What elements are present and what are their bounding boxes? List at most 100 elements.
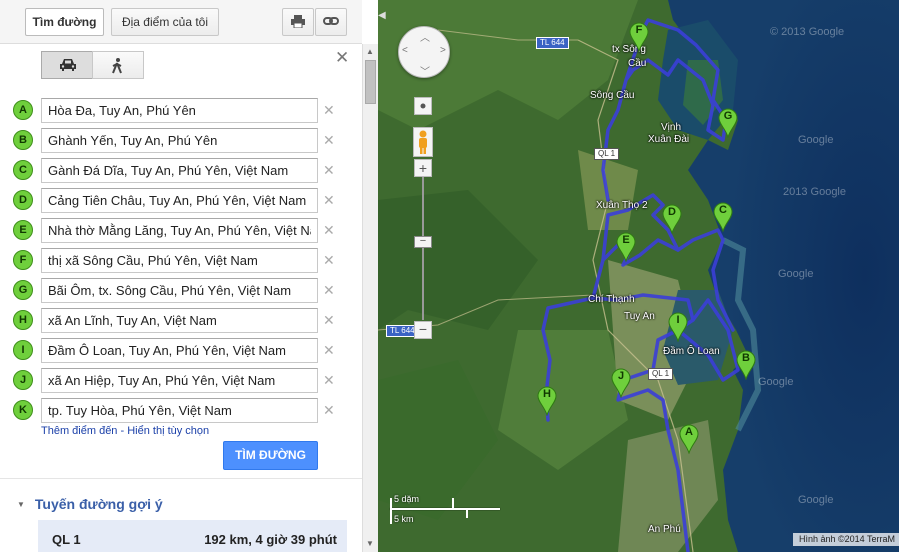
- waypoint-input[interactable]: [41, 128, 318, 153]
- remove-waypoint-icon[interactable]: ✕: [323, 252, 335, 269]
- get-directions-button[interactable]: TÌM ĐƯỜNG: [223, 441, 318, 470]
- map-pin-icon[interactable]: H: [536, 386, 558, 417]
- car-icon: [60, 59, 76, 71]
- waypoint-input[interactable]: [41, 158, 318, 183]
- waypoint-input[interactable]: [41, 308, 318, 333]
- show-options-link[interactable]: Hiển thị tùy chọn: [127, 425, 209, 437]
- map-label-tuy-an: Tuy An: [624, 311, 655, 322]
- remove-waypoint-icon[interactable]: ✕: [323, 312, 335, 329]
- directions-tab-button[interactable]: Tìm đường: [25, 8, 104, 36]
- map-label-xuan-tho: Xuân Thọ 2: [596, 200, 648, 211]
- scrollbar-thumb[interactable]: [365, 60, 376, 104]
- waypoint-marker-icon[interactable]: B: [13, 130, 33, 150]
- map-label-song-cau: Sông Cầu: [590, 90, 635, 101]
- pan-left-icon[interactable]: <: [402, 45, 408, 56]
- divider: [0, 478, 362, 479]
- print-button[interactable]: [282, 8, 314, 36]
- watermark: 2013 Google: [783, 186, 846, 198]
- map-pin-icon[interactable]: B: [735, 350, 757, 381]
- scroll-down-icon[interactable]: ▼: [366, 539, 374, 548]
- suggested-routes-heading[interactable]: ▼ Tuyến đường gợi ý: [17, 496, 163, 512]
- waypoint-input[interactable]: [41, 338, 318, 363]
- zoom-slider-track[interactable]: [422, 177, 424, 320]
- pan-down-icon[interactable]: ﹀: [420, 63, 430, 78]
- map-view[interactable]: tx Sông Cầu Sông Cầu Vịnh Xuân Đài Xuân …: [378, 0, 899, 552]
- watermark: Google: [798, 134, 834, 146]
- route-option[interactable]: QL 1 192 km, 4 giờ 39 phút: [38, 520, 347, 552]
- close-icon[interactable]: ✕: [335, 48, 349, 68]
- waypoint-input[interactable]: [41, 218, 318, 243]
- zoom-out-button[interactable]: −: [414, 321, 432, 339]
- map-pin-letter: B: [742, 352, 750, 364]
- zoom-in-button[interactable]: +: [414, 159, 432, 177]
- panel-toolbar: Tìm đường Địa điểm của tôi: [0, 0, 362, 44]
- waypoint-marker-icon[interactable]: K: [13, 400, 33, 420]
- pan-up-icon[interactable]: ︿: [420, 29, 430, 44]
- waypoint-input[interactable]: [41, 278, 318, 303]
- map-pin-icon[interactable]: A: [678, 424, 700, 455]
- waypoint-marker-icon[interactable]: E: [13, 220, 33, 240]
- collapse-panel-icon[interactable]: ◀: [378, 10, 392, 30]
- remove-waypoint-icon[interactable]: ✕: [323, 282, 335, 299]
- waypoint-row: E✕: [13, 218, 353, 244]
- watermark: Google: [758, 376, 794, 388]
- remove-waypoint-icon[interactable]: ✕: [323, 162, 335, 179]
- road-shield-tl644: TL 644: [536, 37, 569, 49]
- map-pin-letter: F: [635, 24, 643, 36]
- remove-waypoint-icon[interactable]: ✕: [323, 342, 335, 359]
- my-places-button[interactable]: Địa điểm của tôi: [111, 8, 219, 36]
- waypoint-marker-icon[interactable]: A: [13, 100, 33, 120]
- panel-scrollbar[interactable]: ▲ ▼: [362, 44, 378, 552]
- waypoint-marker-icon[interactable]: J: [13, 370, 33, 390]
- map-pin-icon[interactable]: G: [717, 108, 739, 139]
- link-button[interactable]: [315, 8, 347, 36]
- waypoint-input[interactable]: [41, 398, 318, 423]
- map-pin-icon[interactable]: J: [610, 368, 632, 399]
- waypoint-row: D✕: [13, 188, 353, 214]
- remove-waypoint-icon[interactable]: ✕: [323, 102, 335, 119]
- watermark: © 2013 Google: [770, 26, 845, 38]
- waypoint-row: B✕: [13, 128, 353, 154]
- waypoint-marker-icon[interactable]: F: [13, 250, 33, 270]
- map-pin-icon[interactable]: C: [712, 202, 734, 233]
- map-label-an-phu: An Phú: [648, 524, 681, 535]
- driving-mode-button[interactable]: [41, 51, 93, 79]
- remove-waypoint-icon[interactable]: ✕: [323, 222, 335, 239]
- zoom-slider-handle[interactable]: −: [414, 236, 432, 248]
- map-pin-letter: J: [617, 370, 625, 382]
- walking-icon: [112, 58, 122, 74]
- map-pin-icon[interactable]: I: [667, 312, 689, 343]
- remove-waypoint-icon[interactable]: ✕: [323, 402, 335, 419]
- waypoint-input[interactable]: [41, 248, 318, 273]
- map-pin-icon[interactable]: D: [661, 204, 683, 235]
- map-pin-letter: D: [668, 206, 676, 218]
- add-destination-link[interactable]: Thêm điểm đến: [41, 425, 117, 437]
- waypoint-input[interactable]: [41, 98, 318, 123]
- pan-control[interactable]: ︿ ﹀ < >: [398, 26, 450, 78]
- pegman-icon[interactable]: [413, 127, 433, 157]
- waypoint-row: J✕: [13, 368, 353, 394]
- waypoint-marker-icon[interactable]: C: [13, 160, 33, 180]
- map-pin-icon[interactable]: F: [628, 22, 650, 53]
- waypoint-marker-icon[interactable]: D: [13, 190, 33, 210]
- waypoint-marker-icon[interactable]: I: [13, 340, 33, 360]
- map-label-chi-thanh: Chí Thạnh: [588, 294, 635, 305]
- waypoint-marker-icon[interactable]: H: [13, 310, 33, 330]
- walking-mode-button[interactable]: [92, 51, 144, 79]
- waypoint-row: G✕: [13, 278, 353, 304]
- waypoint-input[interactable]: [41, 188, 318, 213]
- waypoint-row: H✕: [13, 308, 353, 334]
- waypoint-marker-icon[interactable]: G: [13, 280, 33, 300]
- waypoint-input[interactable]: [41, 368, 318, 393]
- location-dot-icon[interactable]: [414, 97, 432, 115]
- remove-waypoint-icon[interactable]: ✕: [323, 372, 335, 389]
- remove-waypoint-icon[interactable]: ✕: [323, 192, 335, 209]
- pan-right-icon[interactable]: >: [440, 45, 446, 56]
- scroll-up-icon[interactable]: ▲: [366, 47, 374, 56]
- remove-waypoint-icon[interactable]: ✕: [323, 132, 335, 149]
- map-pin-letter: E: [622, 234, 630, 246]
- map-label-dam-o-loan: Đầm Ô Loan: [663, 346, 720, 357]
- links-separator: -: [117, 425, 128, 437]
- map-pin-icon[interactable]: E: [615, 232, 637, 263]
- map-label-cau: Cầu: [628, 58, 647, 69]
